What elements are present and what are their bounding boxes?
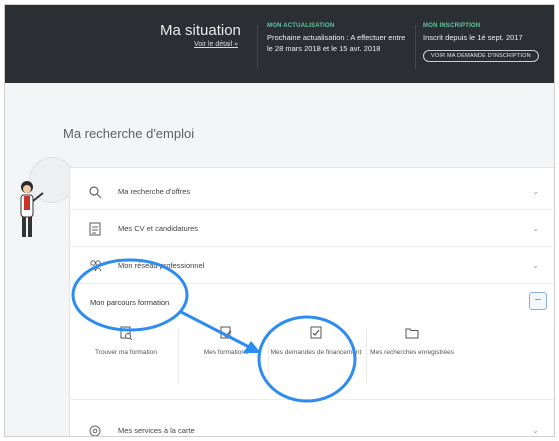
accordion-label: Ma recherche d'offres	[118, 187, 191, 196]
situation-title: Ma situation	[160, 22, 241, 39]
tile-mes-formations[interactable]: Mes formations	[180, 326, 272, 392]
tile-recherches-enregistrees[interactable]: Mes recherches enregistrées	[366, 326, 458, 392]
collapse-button[interactable]: −	[529, 292, 547, 310]
search-doc-icon	[120, 326, 133, 340]
page-title: Ma recherche d'emploi	[63, 126, 195, 141]
folder-icon	[405, 328, 419, 339]
screenshot-frame: Ma situation Voir le détail » MON ACTUAL…	[4, 4, 555, 437]
tile-label: Mes formations	[203, 349, 249, 356]
tile-label: Trouver ma formation	[95, 349, 157, 356]
accordion-label: Mes CV et candidatures	[118, 224, 199, 233]
job-search-card: Ma recherche d'offres ⌄ Mes CV et candid…	[69, 167, 554, 436]
chevron-down-icon: ⌄	[532, 187, 539, 196]
view-inscription-button[interactable]: VOIR MA DEMANDE D'INSCRIPTION	[423, 50, 539, 62]
inscription-label: MON INSCRIPTION	[423, 23, 481, 29]
accordion-row-reseau[interactable]: Mon réseau professionnel ⌄	[70, 247, 554, 284]
actualisation-label: MON ACTUALISATION	[267, 23, 335, 29]
accordion-label: Mon réseau professionnel	[118, 261, 205, 270]
doc-check-icon	[310, 326, 322, 339]
situation-detail-link[interactable]: Voir le détail »	[194, 41, 238, 48]
accordion-label: Mes services à la carte	[118, 426, 195, 435]
chevron-down-icon: ⌄	[532, 426, 539, 435]
accordion-formation-expanded: Mon parcours formation − Trouver ma form…	[70, 284, 554, 400]
actualisation-text: Prochaine actualisation : A effectuer en…	[267, 33, 406, 53]
doc-edit-icon	[220, 326, 232, 339]
chevron-down-icon: ⌄	[532, 224, 539, 233]
inscription-block: MON INSCRIPTION Inscrit depuis le 1é sep…	[423, 23, 553, 62]
header-divider	[257, 25, 258, 69]
formation-title[interactable]: Mon parcours formation	[90, 298, 169, 307]
accordion-row-services[interactable]: Mes services à la carte ⌄	[70, 412, 554, 436]
person-illustration-icon	[20, 181, 44, 237]
tile-divider	[268, 328, 269, 384]
actualisation-block: MON ACTUALISATION Prochaine actualisatio…	[267, 23, 412, 54]
accordion-row-cv[interactable]: Mes CV et candidatures ⌄	[70, 210, 554, 247]
people-icon	[88, 260, 102, 272]
tile-label: Mes recherches enregistrées	[370, 349, 454, 356]
chevron-down-icon: ⌄	[532, 261, 539, 270]
document-icon	[89, 222, 101, 236]
inscription-text: Inscrit depuis le 1é sept. 2017	[423, 33, 523, 42]
tile-demandes-financement[interactable]: Mes demandes de financement	[270, 326, 362, 392]
accordion-row-offres[interactable]: Ma recherche d'offres ⌄	[70, 173, 554, 210]
situation-header: Ma situation Voir le détail » MON ACTUAL…	[5, 5, 554, 83]
tile-divider	[178, 328, 179, 384]
tile-trouver-formation[interactable]: Trouver ma formation	[80, 326, 172, 392]
search-icon	[89, 186, 102, 199]
tile-label: Mes demandes de financement	[270, 349, 362, 356]
tools-icon	[89, 425, 101, 436]
header-divider	[415, 25, 416, 69]
